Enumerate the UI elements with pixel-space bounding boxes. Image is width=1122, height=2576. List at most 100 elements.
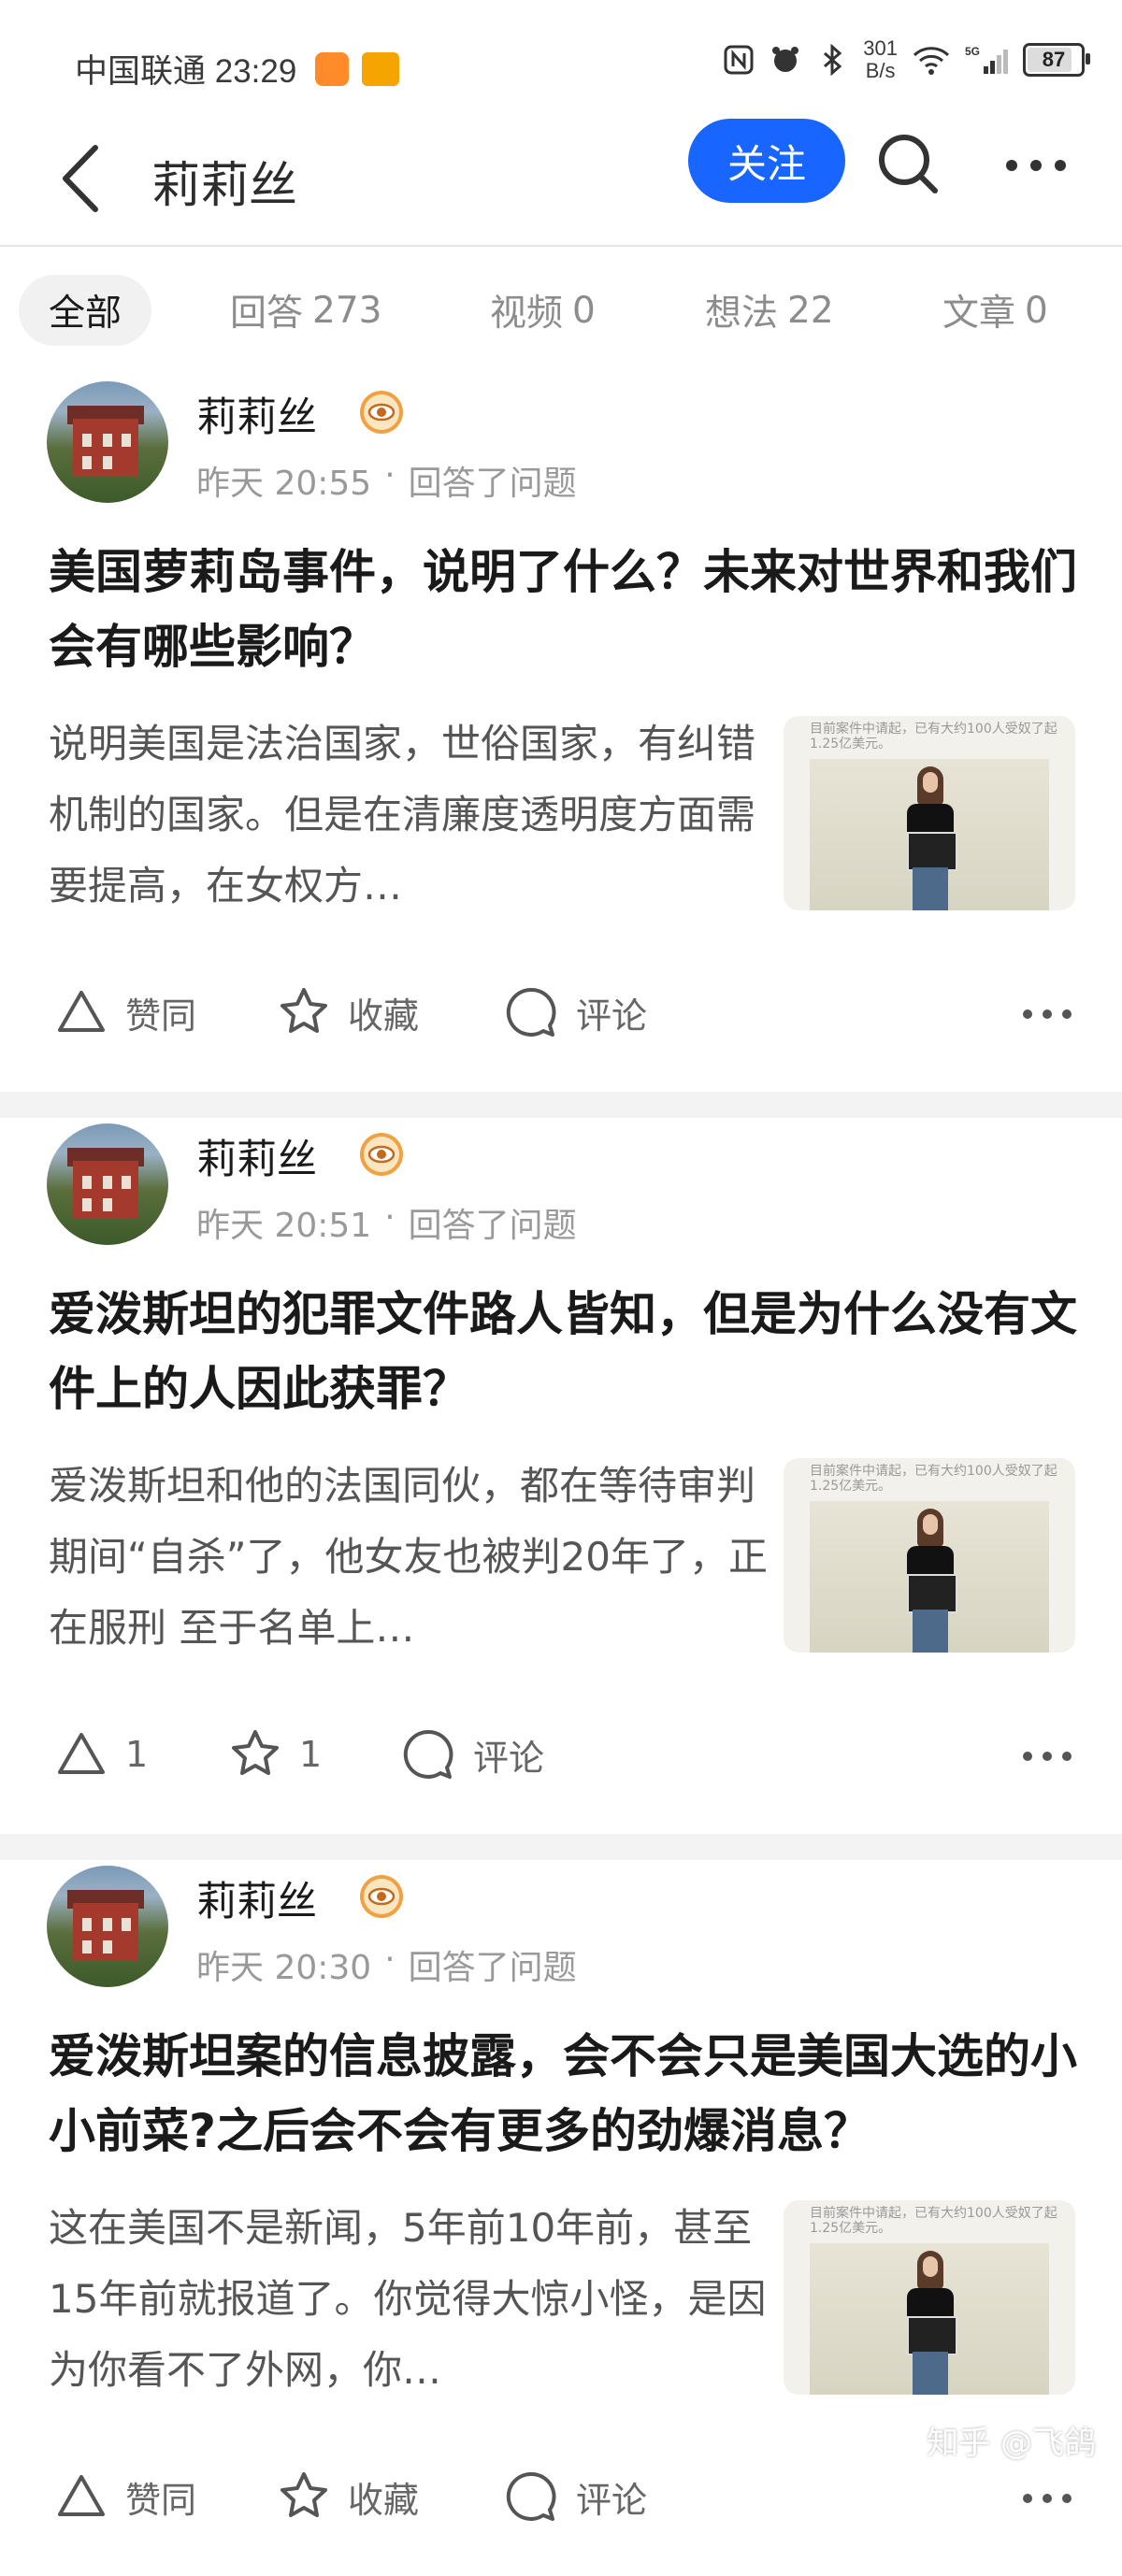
post-action: 回答了问题 xyxy=(408,1207,577,1245)
content-tabs: 全部 回答 273 视频 0 想法 22 文章 0 xyxy=(0,245,1122,376)
answer-thumbnail[interactable]: 目前案件中请起，已有大约100人受奴了起1.25亿美元。 xyxy=(784,2200,1075,2395)
thumbnail-caption: 目前案件中请起，已有大约100人受奴了起1.25亿美元。 xyxy=(810,1464,1057,1492)
post-time: 昨天 20:55 xyxy=(196,465,372,503)
card-divider xyxy=(0,1834,1122,1860)
card-more-icon[interactable] xyxy=(1021,1750,1073,1763)
more-options-icon[interactable] xyxy=(1002,153,1070,178)
action-bar: 赞同 收藏 评论 xyxy=(0,2458,1122,2533)
thumbnail-caption: 目前案件中请起，已有大约100人受奴了起1.25亿美元。 xyxy=(810,2206,1057,2234)
meta-separator: · xyxy=(384,1940,396,1979)
meta-separator: · xyxy=(384,456,396,494)
battery-indicator: 87 xyxy=(1023,43,1090,77)
favorite-label: 收藏 xyxy=(348,995,420,1037)
star-icon xyxy=(232,1730,279,1775)
watermark-text: 知乎 @飞鸽 xyxy=(927,2425,1096,2462)
nfc-icon xyxy=(724,45,754,75)
net-speed-value: 301 xyxy=(863,36,898,60)
answer-thumbnail[interactable]: 目前案件中请起，已有大约100人受奴了起1.25亿美元。 xyxy=(784,1458,1075,1653)
upvote-icon xyxy=(58,2475,105,2516)
notification-app-icon-2 xyxy=(362,51,400,86)
upvote-label: 赞同 xyxy=(125,995,197,1037)
tab-answers[interactable]: 回答 273 xyxy=(230,275,381,346)
favorite-button[interactable]: 收藏 xyxy=(277,985,419,1039)
tab-articles[interactable]: 文章 0 xyxy=(942,275,1048,346)
thumbnail-caption: 目前案件中请起，已有大约100人受奴了起1.25亿美元。 xyxy=(810,722,1057,750)
follow-button[interactable]: 关注 xyxy=(688,119,845,203)
favorite-label: 1 xyxy=(299,1734,323,1775)
star-icon xyxy=(280,2472,327,2517)
question-title[interactable]: 美国萝莉岛事件，说明了什么？未来对世界和我们会有哪些影响？ xyxy=(49,535,1077,684)
wifi-icon xyxy=(913,47,950,75)
tab-count: 273 xyxy=(312,289,382,332)
avatar[interactable] xyxy=(47,1866,168,1987)
favorite-button[interactable]: 收藏 xyxy=(277,2469,419,2524)
badge-eye-icon xyxy=(360,1875,403,1918)
comment-button[interactable]: 评论 xyxy=(505,2469,647,2524)
thumbnail-photo xyxy=(810,2243,1049,2395)
favorite-button[interactable]: 1 xyxy=(228,1727,322,1782)
upvote-icon xyxy=(58,991,105,1032)
answer-thumbnail[interactable]: 目前案件中请起，已有大约100人受奴了起1.25亿美元。 xyxy=(784,716,1075,910)
bluetooth-icon xyxy=(824,44,842,76)
comment-icon xyxy=(403,1729,453,1779)
battery-level: 87 xyxy=(1042,48,1066,71)
tab-thoughts[interactable]: 想法 22 xyxy=(705,275,834,346)
activity-feed: 莉莉丝 昨天 20:55 · 回答了问题 美国萝莉岛事件，说明了什么？未来对世界… xyxy=(0,376,1122,2576)
feed-card[interactable]: 莉莉丝 昨天 20:55 · 回答了问题 美国萝莉岛事件，说明了什么？未来对世界… xyxy=(0,376,1122,1092)
status-bar: 中国联通 23:29 301 B/s 5G 87 xyxy=(0,0,1122,112)
author-name[interactable]: 莉莉丝 xyxy=(196,1127,317,1185)
net-type-label: 5G xyxy=(965,45,980,58)
meta-separator: · xyxy=(384,1198,396,1237)
watermark: 知乎 @飞鸽 xyxy=(927,2417,1096,2463)
net-speed: 301 B/s xyxy=(863,37,898,82)
tab-label: 回答 xyxy=(230,293,304,335)
comment-label: 评论 xyxy=(576,2479,648,2521)
post-meta: 昨天 20:51 · 回答了问题 xyxy=(196,1198,577,1247)
answer-excerpt[interactable]: 爱泼斯坦和他的法国同伙，都在等待审判期间“自杀”了，他女友也被判20年了，正在服… xyxy=(49,1451,770,1664)
post-meta: 昨天 20:55 · 回答了问题 xyxy=(196,456,577,505)
feed-card[interactable]: 莉莉丝 昨天 20:30 · 回答了问题 爱泼斯坦案的信息披露，会不会只是美国大… xyxy=(0,1860,1122,2576)
tab-count: 0 xyxy=(572,289,596,332)
question-title[interactable]: 爱泼斯坦案的信息披露，会不会只是美国大选的小小前菜?之后会不会有更多的劲爆消息？ xyxy=(49,2019,1077,2168)
search-icon[interactable] xyxy=(875,131,941,196)
card-more-icon[interactable] xyxy=(1021,2492,1073,2505)
post-time: 昨天 20:30 xyxy=(196,1949,372,1987)
net-speed-unit: B/s xyxy=(865,59,896,82)
post-meta: 昨天 20:30 · 回答了问题 xyxy=(196,1940,577,1989)
tab-count: 0 xyxy=(1025,289,1048,332)
back-icon[interactable] xyxy=(54,127,110,230)
thumbnail-photo xyxy=(810,1501,1049,1653)
page-title: 莉莉丝 xyxy=(151,158,298,214)
tab-all[interactable]: 全部 xyxy=(19,275,152,346)
upvote-button[interactable]: 赞同 xyxy=(54,2469,196,2524)
action-bar: 1 1 评论 xyxy=(0,1716,1122,1791)
favorite-label: 收藏 xyxy=(348,2479,420,2521)
avatar[interactable] xyxy=(47,1123,168,1245)
card-more-icon[interactable] xyxy=(1021,1008,1073,1021)
feed-card[interactable]: 莉莉丝 昨天 20:51 · 回答了问题 爱泼斯坦的犯罪文件路人皆知，但是为什么… xyxy=(0,1118,1122,1834)
post-action: 回答了问题 xyxy=(408,1949,577,1987)
answer-excerpt[interactable]: 这在美国不是新闻，5年前10年前，甚至15年前就报道了。你觉得大惊小怪，是因为你… xyxy=(49,2193,770,2406)
badge-eye-icon xyxy=(360,1133,403,1176)
post-action: 回答了问题 xyxy=(408,465,577,503)
thumbnail-photo xyxy=(810,759,1049,910)
comment-button[interactable]: 评论 xyxy=(505,985,647,1039)
cellular-signal-icon: 5G xyxy=(965,45,1008,74)
notification-app-icon xyxy=(315,51,350,86)
upvote-button[interactable]: 赞同 xyxy=(54,985,196,1039)
carrier-time: 中国联通 23:29 xyxy=(75,53,297,90)
upvote-icon xyxy=(58,1733,105,1774)
tab-label: 全部 xyxy=(49,293,122,335)
tab-videos[interactable]: 视频 0 xyxy=(490,275,596,346)
avatar[interactable] xyxy=(47,381,168,503)
tab-label: 想法 xyxy=(705,293,779,335)
question-title[interactable]: 爱泼斯坦的犯罪文件路人皆知，但是为什么没有文件上的人因此获罪？ xyxy=(49,1277,1077,1426)
comment-icon xyxy=(506,2471,556,2521)
upvote-button[interactable]: 1 xyxy=(54,1727,148,1782)
author-name[interactable]: 莉莉丝 xyxy=(196,385,317,443)
tab-count: 22 xyxy=(787,289,834,332)
answer-excerpt[interactable]: 说明美国是法治国家，世俗国家，有纠错机制的国家。但是在清廉度透明度方面需要提高，… xyxy=(49,708,770,922)
comment-button[interactable]: 评论 xyxy=(402,1727,544,1782)
author-name[interactable]: 莉莉丝 xyxy=(196,1869,317,1927)
comment-icon xyxy=(506,987,556,1037)
